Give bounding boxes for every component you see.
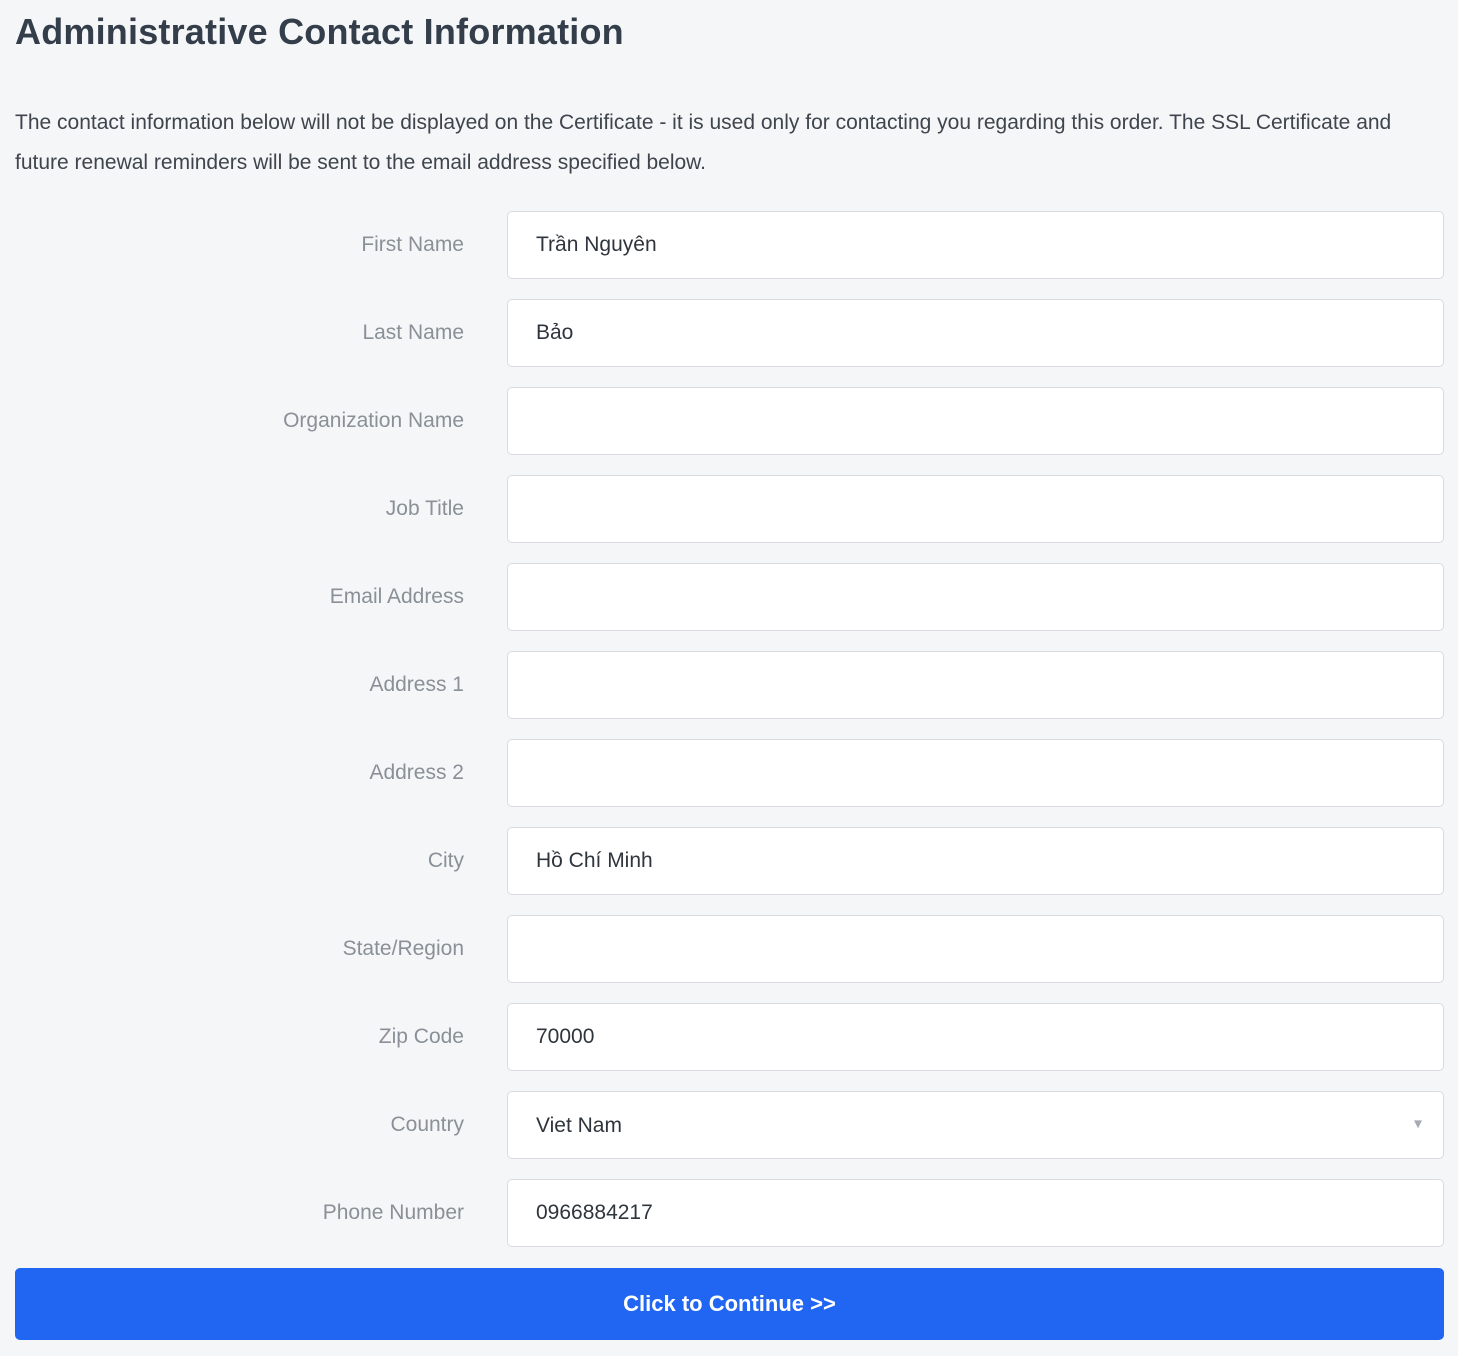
address-1-input[interactable]	[507, 651, 1444, 719]
address-2-label: Address 2	[15, 761, 464, 785]
form-row-job-title: Job Title	[15, 475, 1444, 543]
form-row-first-name: First Name	[15, 211, 1444, 279]
admin-contact-page: Administrative Contact Information The c…	[0, 0, 1458, 1356]
first-name-control	[507, 211, 1444, 279]
first-name-label: First Name	[15, 233, 464, 257]
address-2-control	[507, 739, 1444, 807]
city-input[interactable]	[507, 827, 1444, 895]
form-row-organization-name: Organization Name	[15, 387, 1444, 455]
form-row-address-1: Address 1	[15, 651, 1444, 719]
admin-contact-form: First Name Last Name Organization Name J…	[15, 211, 1444, 1340]
address-1-control	[507, 651, 1444, 719]
state-region-label: State/Region	[15, 937, 464, 961]
state-region-input[interactable]	[507, 915, 1444, 983]
job-title-input[interactable]	[507, 475, 1444, 543]
phone-number-label: Phone Number	[15, 1201, 464, 1225]
email-address-control	[507, 563, 1444, 631]
last-name-label: Last Name	[15, 321, 464, 345]
state-region-control	[507, 915, 1444, 983]
form-row-city: City	[15, 827, 1444, 895]
zip-code-label: Zip Code	[15, 1025, 464, 1049]
email-address-input[interactable]	[507, 563, 1444, 631]
form-row-country: Country Viet Nam ▾	[15, 1091, 1444, 1159]
email-address-label: Email Address	[15, 585, 464, 609]
last-name-control	[507, 299, 1444, 367]
country-control: Viet Nam ▾	[507, 1091, 1444, 1159]
phone-number-input[interactable]	[507, 1179, 1444, 1247]
organization-name-label: Organization Name	[15, 409, 464, 433]
city-label: City	[15, 849, 464, 873]
form-row-zip-code: Zip Code	[15, 1003, 1444, 1071]
organization-name-control	[507, 387, 1444, 455]
zip-code-input[interactable]	[507, 1003, 1444, 1071]
page-title: Administrative Contact Information	[15, 10, 1444, 54]
continue-button[interactable]: Click to Continue >>	[15, 1268, 1444, 1340]
last-name-input[interactable]	[507, 299, 1444, 367]
address-2-input[interactable]	[507, 739, 1444, 807]
form-row-address-2: Address 2	[15, 739, 1444, 807]
zip-code-control	[507, 1003, 1444, 1071]
job-title-control	[507, 475, 1444, 543]
city-control	[507, 827, 1444, 895]
organization-name-input[interactable]	[507, 387, 1444, 455]
job-title-label: Job Title	[15, 497, 464, 521]
form-row-last-name: Last Name	[15, 299, 1444, 367]
country-label: Country	[15, 1113, 464, 1137]
phone-number-control	[507, 1179, 1444, 1247]
form-row-state-region: State/Region	[15, 915, 1444, 983]
address-1-label: Address 1	[15, 673, 464, 697]
form-row-phone-number: Phone Number	[15, 1179, 1444, 1247]
first-name-input[interactable]	[507, 211, 1444, 279]
country-select[interactable]: Viet Nam	[507, 1091, 1444, 1159]
page-description: The contact information below will not b…	[15, 103, 1444, 183]
form-row-email-address: Email Address	[15, 563, 1444, 631]
